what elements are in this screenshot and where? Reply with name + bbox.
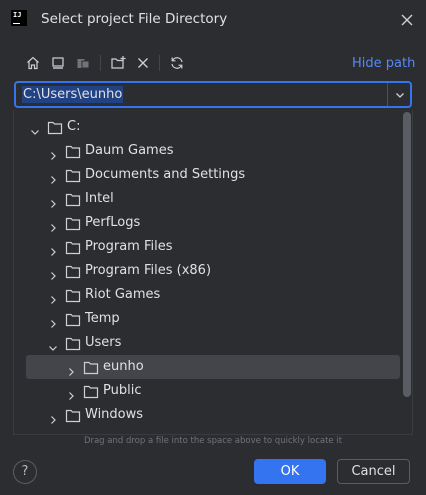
help-button[interactable]: ? [13, 460, 37, 484]
chevron-right-icon[interactable] [48, 218, 58, 232]
delete-icon[interactable] [132, 52, 154, 74]
tree-item[interactable]: Program Files (x86) [14, 259, 400, 283]
project-folder-icon [72, 52, 94, 74]
chevron-down-icon[interactable] [392, 87, 408, 103]
chevron-down-icon[interactable] [48, 338, 58, 351]
home-icon[interactable] [22, 52, 44, 74]
folder-icon [65, 216, 81, 231]
tree-item-label: Documents and Settings [85, 167, 246, 182]
folder-icon [65, 168, 81, 183]
chevron-right-icon[interactable] [48, 170, 58, 184]
tree-item-label: Program Files (x86) [85, 263, 212, 278]
tree-root-item[interactable]: C: [14, 115, 400, 139]
desktop-icon[interactable] [47, 52, 69, 74]
tree-item[interactable]: Daum Games [14, 139, 400, 163]
directory-tree[interactable]: C: Daum Games Documents and Settings Intel P… [13, 110, 413, 435]
tree-item[interactable]: Program Files [14, 235, 400, 259]
toolbar [20, 52, 400, 74]
chevron-right-icon[interactable] [48, 410, 58, 424]
chevron-right-icon[interactable] [48, 290, 58, 304]
tree-item-label: Windows [85, 407, 144, 422]
new-folder-icon[interactable] [107, 52, 129, 74]
chevron-right-icon[interactable] [48, 314, 58, 328]
path-input[interactable]: C:\Users\eunho [22, 86, 124, 103]
tree-scrollbar[interactable] [403, 112, 411, 397]
tree-item[interactable]: Windows [14, 403, 400, 427]
folder-icon [65, 192, 81, 207]
tree-item[interactable]: Documents and Settings [14, 163, 400, 187]
cancel-button[interactable]: Cancel [337, 459, 410, 484]
tree-item-label: Temp [85, 311, 120, 326]
folder-icon [65, 264, 81, 279]
chevron-right-icon[interactable] [66, 362, 76, 376]
tree-item[interactable]: eunho [26, 355, 400, 379]
tree-item-label: Users [85, 335, 122, 350]
tree-item[interactable]: PerfLogs [14, 211, 400, 235]
tree-item-label: Intel [85, 191, 114, 206]
tree-item[interactable]: Temp [14, 307, 400, 331]
tree-item-label: PerfLogs [85, 215, 141, 230]
tree-item-label: Riot Games [85, 287, 161, 302]
title-bar: IJ Select project File Directory [0, 0, 426, 40]
tree-item-label: Daum Games [85, 143, 174, 158]
drive-folder-icon [47, 120, 63, 135]
chevron-right-icon[interactable] [48, 146, 58, 160]
refresh-icon[interactable] [166, 52, 188, 74]
tree-item-label: Public [103, 383, 142, 398]
folder-icon [83, 384, 99, 399]
folder-icon [65, 144, 81, 159]
folder-icon [65, 336, 81, 351]
folder-icon [65, 312, 81, 327]
hide-path-link[interactable]: Hide path [352, 56, 415, 71]
chevron-right-icon[interactable] [48, 242, 58, 256]
tree-item-label: Program Files [85, 239, 173, 254]
dialog-title: Select project File Directory [41, 11, 228, 27]
tree-item[interactable]: Public [14, 379, 400, 403]
folder-icon [65, 408, 81, 423]
chevron-right-icon[interactable] [48, 266, 58, 280]
close-icon[interactable] [397, 10, 417, 30]
intellij-logo-icon: IJ [11, 10, 27, 26]
path-combobox[interactable]: C:\Users\eunho [14, 81, 412, 108]
tree-item[interactable]: Riot Games [14, 283, 400, 307]
drag-drop-hint: Drag and drop a file into the space abov… [83, 436, 343, 446]
chevron-down-icon[interactable] [30, 122, 40, 135]
ok-button[interactable]: OK [254, 459, 326, 484]
tree-item[interactable]: Users [14, 331, 400, 355]
folder-icon [65, 288, 81, 303]
chevron-right-icon[interactable] [48, 194, 58, 208]
tree-item-label: eunho [103, 359, 144, 374]
tree-item-label: C: [67, 119, 81, 134]
chevron-right-icon[interactable] [66, 386, 76, 400]
folder-icon [83, 360, 99, 375]
folder-icon [65, 240, 81, 255]
tree-item[interactable]: Intel [14, 187, 400, 211]
